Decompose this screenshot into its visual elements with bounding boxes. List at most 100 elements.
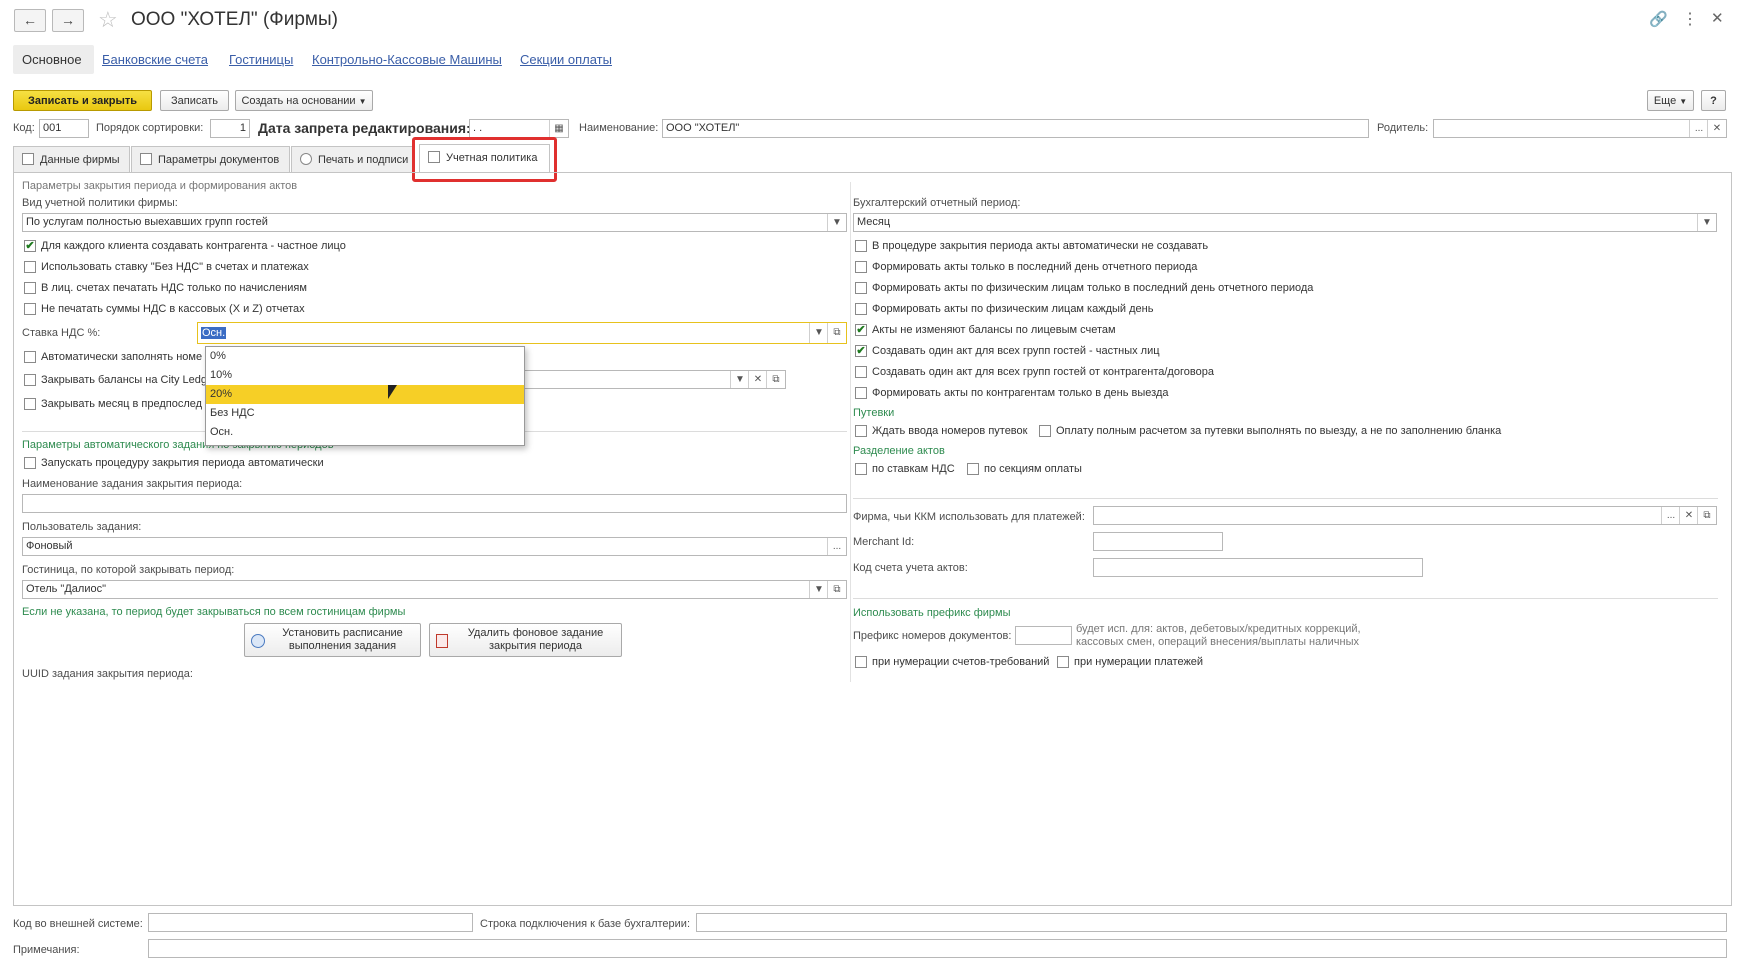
open-icon[interactable]: ⧉ <box>1697 507 1716 524</box>
select-ellipsis-icon[interactable]: ... <box>827 538 846 555</box>
checkbox-prefix-payments[interactable] <box>1057 656 1069 668</box>
checkbox-voucher-payment[interactable] <box>1039 425 1051 437</box>
checkbox-label: Не печатать суммы НДС в кассовых (X и Z)… <box>41 303 305 315</box>
checkbox-label: В лиц. счетах печатать НДС только по нач… <box>41 282 307 294</box>
checkbox-label: Формировать акты по физическим лицам тол… <box>872 282 1314 294</box>
more-button[interactable]: Еще ▼ <box>1647 90 1694 111</box>
more-vertical-icon[interactable]: ⋮ <box>1682 9 1698 29</box>
dropdown-option[interactable]: Осн. <box>206 423 524 442</box>
ext-code-input[interactable] <box>148 913 473 932</box>
open-icon[interactable]: ⧉ <box>827 323 846 343</box>
clear-icon[interactable]: ✕ <box>1707 120 1726 137</box>
column-divider <box>850 182 851 682</box>
chevron-down-icon[interactable]: ▼ <box>1697 214 1716 231</box>
delete-task-button[interactable]: Удалить фоновое задание закрытия периода <box>429 623 622 657</box>
calendar-icon[interactable]: ▦ <box>549 120 568 137</box>
checkbox-vat-charges-only[interactable] <box>24 282 36 294</box>
period-select[interactable]: Месяц ▼ <box>853 213 1717 232</box>
checkbox-acts-no-balance[interactable]: ✔ <box>855 324 867 336</box>
help-button[interactable]: ? <box>1701 90 1726 111</box>
checkbox-auto-close[interactable] <box>24 457 36 469</box>
dropdown-option-selected[interactable]: 20% <box>206 385 524 404</box>
checkbox-label: Автоматически заполнять номе <box>41 351 203 363</box>
checkbox-close-city-ledger[interactable] <box>24 374 36 386</box>
dropdown-option[interactable]: 0% <box>206 347 524 366</box>
merchant-input[interactable] <box>1093 532 1223 551</box>
dropdown-option[interactable]: Без НДС <box>206 404 524 423</box>
vat-rate-dropdown[interactable]: 0% 10% 20% Без НДС Осн. <box>205 346 525 446</box>
vat-rate-label: Ставка НДС %: <box>22 327 101 339</box>
back-button[interactable]: ← <box>14 9 46 32</box>
checkbox-wait-vouchers[interactable] <box>855 425 867 437</box>
checkbox-close-month[interactable] <box>24 398 36 410</box>
checkbox-acts-departure-day[interactable] <box>855 387 867 399</box>
save-close-button[interactable]: Записать и закрыть <box>13 90 152 111</box>
checkbox-split-sections[interactable] <box>967 463 979 475</box>
checkbox-split-vat[interactable] <box>855 463 867 475</box>
checkbox-label: Акты не изменяют балансы по лицевым счет… <box>872 324 1116 336</box>
arrow-left-icon: ← <box>23 12 37 28</box>
checkbox-acts-last-day[interactable] <box>855 261 867 273</box>
tab-document-params[interactable]: Параметры документов <box>131 146 290 173</box>
clear-icon[interactable]: ✕ <box>748 371 767 388</box>
chevron-down-icon[interactable]: ▼ <box>827 214 846 231</box>
checkbox-prefix-invoices[interactable] <box>855 656 867 668</box>
checkbox-one-act-contract[interactable] <box>855 366 867 378</box>
connection-string-input[interactable] <box>696 913 1727 932</box>
nav-tab-cash-registers[interactable]: Контрольно-Кассовые Машины <box>312 52 502 67</box>
checkbox-no-vat-print[interactable] <box>24 303 36 315</box>
select-ellipsis-icon[interactable]: ... <box>1689 120 1708 137</box>
checkbox-label: при нумерации платежей <box>1074 656 1204 668</box>
star-icon[interactable]: ☆ <box>98 7 118 33</box>
checkbox-no-auto-acts[interactable] <box>855 240 867 252</box>
hotel-select[interactable]: Отель "Далиос" ▼ ⧉ <box>22 580 847 599</box>
account-code-label: Код счета учета актов: <box>853 562 968 574</box>
policy-select[interactable]: По услугам полностью выехавших групп гос… <box>22 213 847 232</box>
nav-tab-hotels[interactable]: Гостиницы <box>229 52 293 67</box>
select-ellipsis-icon[interactable]: ... <box>1661 507 1680 524</box>
notes-input[interactable] <box>148 939 1727 958</box>
nav-tab-bank-accounts[interactable]: Банковские счета <box>102 52 208 67</box>
clear-icon[interactable]: ✕ <box>1679 507 1698 524</box>
chevron-down-icon[interactable]: ▼ <box>809 581 828 598</box>
name-input[interactable]: ООО "ХОТЕЛ" <box>662 119 1369 138</box>
close-icon[interactable]: ✕ <box>1711 9 1724 27</box>
checkbox-acts-persons-daily[interactable] <box>855 303 867 315</box>
prefix-input[interactable] <box>1015 626 1072 645</box>
save-button[interactable]: Записать <box>160 90 229 111</box>
section-period-closing: Параметры закрытия периода и формировани… <box>22 180 298 192</box>
name-label: Наименование: <box>579 122 659 134</box>
section-prefix: Использовать префикс фирмы <box>853 607 1011 619</box>
checkbox-acts-persons-last-day[interactable] <box>855 282 867 294</box>
checkbox-label: Формировать акты по физическим лицам каж… <box>872 303 1154 315</box>
account-code-input[interactable] <box>1093 558 1423 577</box>
checkbox-auto-fill[interactable] <box>24 351 36 363</box>
open-icon[interactable]: ⧉ <box>827 581 846 598</box>
parent-input[interactable]: ... ✕ <box>1433 119 1727 138</box>
lock-date-input[interactable]: . . ▦ <box>469 119 569 138</box>
chevron-down-icon[interactable]: ▼ <box>730 371 749 388</box>
link-icon[interactable]: 🔗 <box>1649 10 1668 28</box>
checkbox-no-vat-rate[interactable] <box>24 261 36 273</box>
code-input[interactable]: 001 <box>39 119 89 138</box>
vat-rate-select[interactable]: Осн. ▼ ⧉ <box>197 322 847 344</box>
checkbox-one-act-persons[interactable]: ✔ <box>855 345 867 357</box>
dropdown-option[interactable]: 10% <box>206 366 524 385</box>
sort-input[interactable]: 1 <box>210 119 250 138</box>
chevron-down-icon[interactable]: ▼ <box>809 323 828 343</box>
task-user-input[interactable]: Фоновый ... <box>22 537 847 556</box>
open-icon[interactable]: ⧉ <box>766 371 785 388</box>
checkbox-label: Создавать один акт для всех групп гостей… <box>872 366 1214 378</box>
nav-tab-payment-sections[interactable]: Секции оплаты <box>520 52 612 67</box>
tab-company-data[interactable]: Данные фирмы <box>13 146 130 173</box>
create-based-button[interactable]: Создать на основании ▼ <box>235 90 373 111</box>
tab-print-signatures[interactable]: Печать и подписи <box>291 146 413 173</box>
city-ledger-select[interactable]: ▼ ✕ ⧉ <box>518 370 786 389</box>
kkm-input[interactable]: ... ✕ ⧉ <box>1093 506 1717 525</box>
checkbox-create-contractor[interactable]: ✔ <box>24 240 36 252</box>
task-name-input[interactable] <box>22 494 847 513</box>
forward-button[interactable]: → <box>52 9 84 32</box>
task-name-label: Наименование задания закрытия периода: <box>22 478 243 490</box>
set-schedule-button[interactable]: Установить расписание выполнения задания <box>244 623 421 657</box>
nav-tab-main[interactable]: Основное <box>22 52 82 67</box>
